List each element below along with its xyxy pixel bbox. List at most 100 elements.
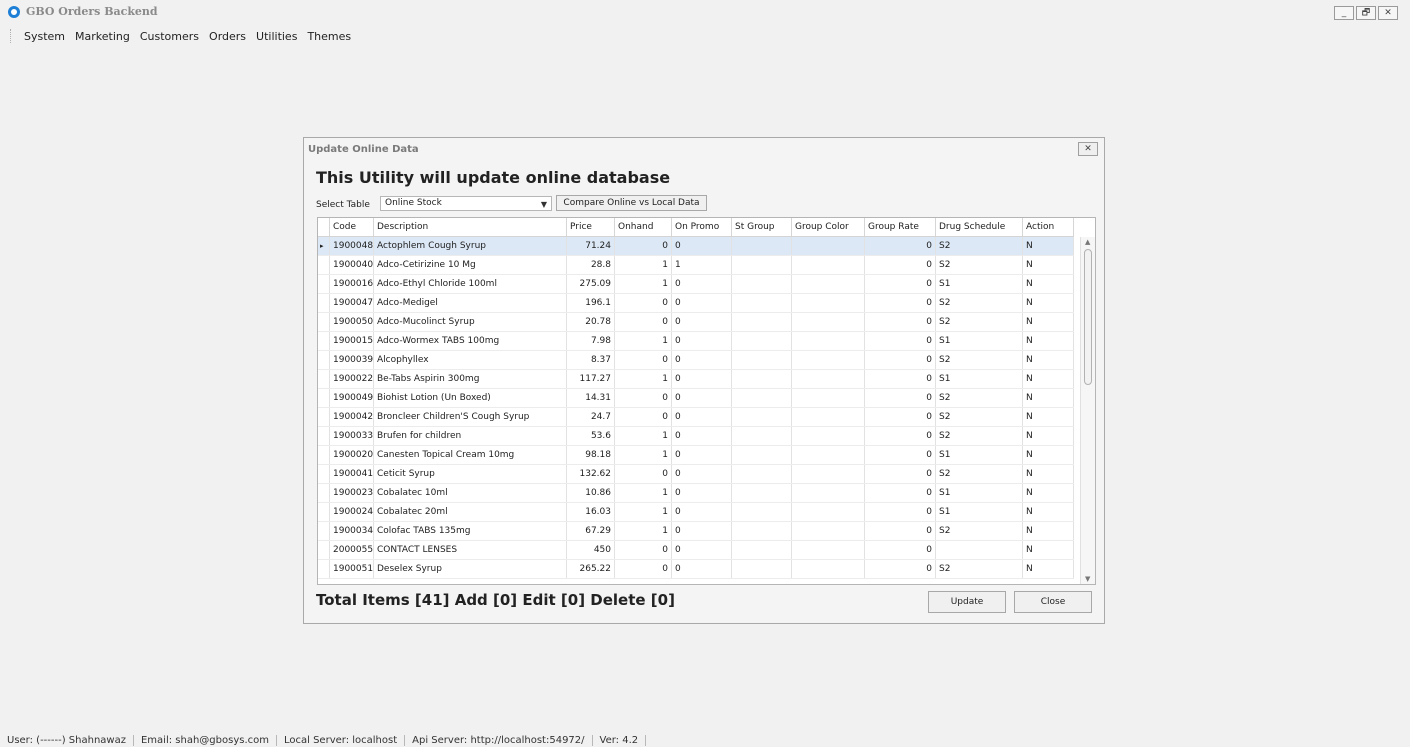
column-header-st-group[interactable]: St Group	[732, 218, 792, 236]
cell-code[interactable]: 1900039	[330, 351, 374, 369]
cell-action[interactable]: N	[1023, 484, 1074, 502]
cell-schedule[interactable]: S2	[936, 465, 1023, 483]
cell-onhand[interactable]: 0	[615, 408, 672, 426]
cell-description[interactable]: Cobalatec 20ml	[374, 503, 567, 521]
cell-group-color[interactable]	[792, 389, 865, 407]
minimize-button[interactable]: _	[1334, 6, 1354, 20]
cell-schedule[interactable]: S1	[936, 332, 1023, 350]
table-row[interactable]: 1900051 Deselex Syrup 265.22 0 0 0 S2 N	[318, 560, 1074, 579]
cell-st-group[interactable]	[732, 503, 792, 521]
cell-action[interactable]: N	[1023, 503, 1074, 521]
table-row[interactable]: 1900016 Adco-Ethyl Chloride 100ml 275.09 1 0…	[318, 275, 1074, 294]
cell-price[interactable]: 275.09	[567, 275, 615, 293]
table-row[interactable]: 1900042 Broncleer Children'S Cough Syrup 2…	[318, 408, 1074, 427]
cell-description[interactable]: Canesten Topical Cream 10mg	[374, 446, 567, 464]
cell-promo[interactable]: 0	[672, 446, 732, 464]
cell-description[interactable]: Alcophyllex	[374, 351, 567, 369]
vertical-scrollbar[interactable]: ▲ ▼	[1080, 237, 1095, 584]
cell-action[interactable]: N	[1023, 522, 1074, 540]
cell-st-group[interactable]	[732, 294, 792, 312]
cell-promo[interactable]: 0	[672, 351, 732, 369]
cell-description[interactable]: Adco-Medigel	[374, 294, 567, 312]
restore-button[interactable]: 🗗	[1356, 6, 1376, 20]
cell-price[interactable]: 10.86	[567, 484, 615, 502]
cell-group-rate[interactable]: 0	[865, 313, 936, 331]
table-row[interactable]: 1900034 Colofac TABS 135mg 67.29 1 0 0 S2 N	[318, 522, 1074, 541]
cell-onhand[interactable]: 1	[615, 370, 672, 388]
cell-group-color[interactable]	[792, 370, 865, 388]
cell-schedule[interactable]: S1	[936, 484, 1023, 502]
cell-promo[interactable]: 0	[672, 294, 732, 312]
scroll-up-icon[interactable]: ▲	[1085, 238, 1090, 246]
cell-group-rate[interactable]: 0	[865, 408, 936, 426]
column-header-promo[interactable]: On Promo	[672, 218, 732, 236]
cell-st-group[interactable]	[732, 408, 792, 426]
cell-group-color[interactable]	[792, 427, 865, 445]
cell-schedule[interactable]: S1	[936, 370, 1023, 388]
cell-schedule[interactable]: S2	[936, 522, 1023, 540]
cell-group-color[interactable]	[792, 275, 865, 293]
cell-code[interactable]: 1900042	[330, 408, 374, 426]
cell-group-color[interactable]	[792, 408, 865, 426]
cell-price[interactable]: 71.24	[567, 237, 615, 255]
cell-description[interactable]: CONTACT LENSES	[374, 541, 567, 559]
data-grid[interactable]: Code Description Price Onhand On Promo St Gro…	[317, 217, 1096, 585]
cell-group-rate[interactable]: 0	[865, 256, 936, 274]
menu-system[interactable]: System	[19, 30, 70, 43]
cell-description[interactable]: Ceticit Syrup	[374, 465, 567, 483]
cell-promo[interactable]: 0	[672, 503, 732, 521]
menu-utilities[interactable]: Utilities	[251, 30, 302, 43]
cell-st-group[interactable]	[732, 389, 792, 407]
cell-action[interactable]: N	[1023, 389, 1074, 407]
column-header-action[interactable]: Action	[1023, 218, 1074, 236]
cell-st-group[interactable]	[732, 522, 792, 540]
close-button[interactable]: Close	[1014, 591, 1092, 613]
cell-code[interactable]: 1900047	[330, 294, 374, 312]
table-row[interactable]: 1900049 Biohist Lotion (Un Boxed) 14.31 0 0 0…	[318, 389, 1074, 408]
cell-schedule[interactable]: S1	[936, 275, 1023, 293]
table-row[interactable]: 1900047 Adco-Medigel 196.1 0 0 0 S2 N	[318, 294, 1074, 313]
cell-description[interactable]: Deselex Syrup	[374, 560, 567, 578]
dialog-close-icon[interactable]: ✕	[1078, 142, 1098, 156]
cell-onhand[interactable]: 1	[615, 484, 672, 502]
scrollbar-thumb[interactable]	[1084, 249, 1092, 385]
cell-code[interactable]: 1900020	[330, 446, 374, 464]
cell-promo[interactable]: 0	[672, 332, 732, 350]
cell-st-group[interactable]	[732, 541, 792, 559]
cell-promo[interactable]: 0	[672, 408, 732, 426]
column-header-price[interactable]: Price	[567, 218, 615, 236]
table-row[interactable]: ▸ 1900048 Actophlem Cough Syrup 71.24 0 0 0 S2 N	[318, 237, 1074, 256]
cell-schedule[interactable]: S1	[936, 503, 1023, 521]
cell-description[interactable]: Adco-Mucolinct Syrup	[374, 313, 567, 331]
cell-promo[interactable]: 0	[672, 313, 732, 331]
cell-onhand[interactable]: 0	[615, 294, 672, 312]
table-row[interactable]: 1900033 Brufen for children 53.6 1 0 0 S2 N	[318, 427, 1074, 446]
cell-st-group[interactable]	[732, 237, 792, 255]
cell-st-group[interactable]	[732, 351, 792, 369]
cell-promo[interactable]: 0	[672, 560, 732, 578]
cell-price[interactable]: 265.22	[567, 560, 615, 578]
cell-onhand[interactable]: 0	[615, 351, 672, 369]
cell-schedule[interactable]: S2	[936, 560, 1023, 578]
cell-description[interactable]: Adco-Cetirizine 10 Mg	[374, 256, 567, 274]
cell-group-color[interactable]	[792, 332, 865, 350]
compare-button[interactable]: Compare Online vs Local Data	[556, 195, 707, 211]
cell-action[interactable]: N	[1023, 408, 1074, 426]
cell-onhand[interactable]: 0	[615, 313, 672, 331]
cell-onhand[interactable]: 0	[615, 541, 672, 559]
cell-onhand[interactable]: 1	[615, 332, 672, 350]
cell-price[interactable]: 16.03	[567, 503, 615, 521]
cell-st-group[interactable]	[732, 275, 792, 293]
cell-code[interactable]: 1900015	[330, 332, 374, 350]
cell-promo[interactable]: 0	[672, 275, 732, 293]
cell-schedule[interactable]	[936, 541, 1023, 559]
select-table-dropdown[interactable]: Online Stock ▼	[380, 196, 552, 211]
cell-onhand[interactable]: 0	[615, 465, 672, 483]
cell-action[interactable]: N	[1023, 427, 1074, 445]
column-header-group-color[interactable]: Group Color	[792, 218, 865, 236]
cell-action[interactable]: N	[1023, 370, 1074, 388]
menu-orders[interactable]: Orders	[204, 30, 251, 43]
cell-action[interactable]: N	[1023, 313, 1074, 331]
cell-onhand[interactable]: 0	[615, 389, 672, 407]
cell-group-color[interactable]	[792, 503, 865, 521]
